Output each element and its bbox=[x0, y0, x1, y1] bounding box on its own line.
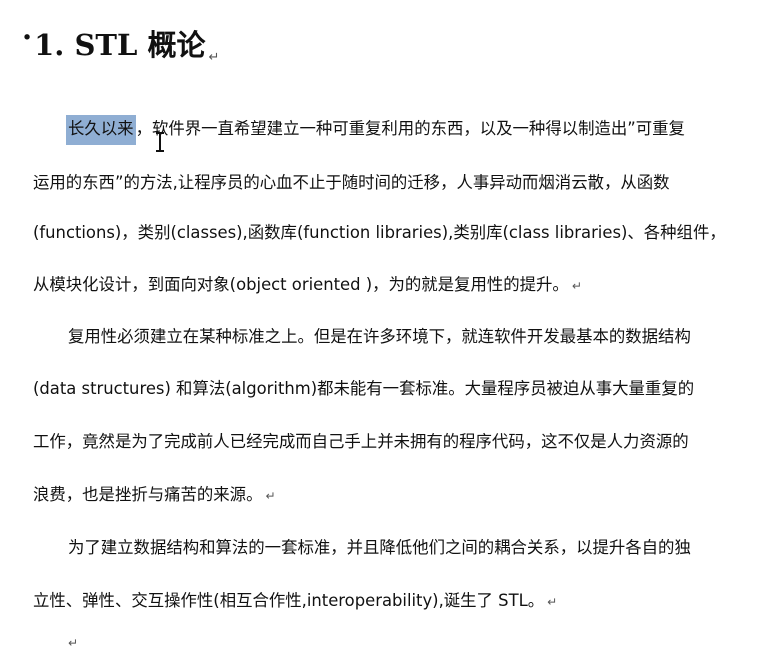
paragraph-mark-icon: ↵ bbox=[547, 595, 558, 609]
line-text: 立性、弹性、交互操作性(相互合作性,interoperability),诞生了 … bbox=[33, 591, 545, 610]
paragraph-2-line-4[interactable]: 浪费，也是挫折与痛苦的来源。 ↵ bbox=[33, 482, 276, 508]
text-cursor-icon bbox=[156, 132, 164, 152]
paragraph-1-line-2[interactable]: 运用的东西”的方法,让程序员的心血不止于随时间的迁移，人事异动而烟消云散，从函数 bbox=[33, 170, 670, 196]
paragraph-2-line-2[interactable]: (data structures) 和算法(algorithm)都未能有一套标准… bbox=[33, 376, 694, 402]
line-text: 复用性必须建立在某种标准之上。但是在许多环境下，就连软件开发最基本的数据结构 bbox=[68, 327, 691, 346]
selected-text[interactable]: 长久以来 bbox=[66, 115, 136, 145]
document-page[interactable]: · 1. STL 概论 ↵ 长久以来 ，软件界一直希望建立一种可重复利用的东西，以… bbox=[0, 0, 780, 653]
line-text: 工作，竟然是为了完成前人已经完成而自己手上并未拥有的程序代码，这不仅是人力资源的 bbox=[33, 432, 689, 451]
line-text: 运用的东西”的方法,让程序员的心血不止于随时间的迁移，人事异动而烟消云散，从函数 bbox=[33, 173, 670, 192]
paragraph-2-line-3[interactable]: 工作，竟然是为了完成前人已经完成而自己手上并未拥有的程序代码，这不仅是人力资源的 bbox=[33, 429, 689, 455]
paragraph-3-line-2[interactable]: 立性、弹性、交互操作性(相互合作性,interoperability),诞生了 … bbox=[33, 588, 557, 614]
line-text: ，软件界一直希望建立一种可重复利用的东西，以及一种得以制造出”可重复 bbox=[135, 119, 685, 138]
line-text: (functions)，类别(classes),函数库(function lib… bbox=[33, 223, 726, 242]
paragraph-mark-icon: ↵ bbox=[571, 279, 582, 293]
line-text: 浪费，也是挫折与痛苦的来源。 bbox=[33, 485, 263, 504]
line-text: (data structures) 和算法(algorithm)都未能有一套标准… bbox=[33, 379, 695, 398]
paragraph-3-line-1[interactable]: 为了建立数据结构和算法的一套标准，并且降低他们之间的耦合关系，以提升各自的独 bbox=[68, 535, 691, 561]
section-heading: · 1. STL 概论 ↵ bbox=[22, 20, 220, 66]
heading-text: 1. STL 概论 bbox=[34, 28, 206, 62]
paragraph-2-line-1[interactable]: 复用性必须建立在某种标准之上。但是在许多环境下，就连软件开发最基本的数据结构 bbox=[68, 324, 691, 350]
paragraph-mark-icon: ↵ bbox=[265, 489, 276, 503]
line-text: 从模块化设计，到面向对象(object oriented )，为的就是复用性的提… bbox=[33, 275, 569, 294]
paragraph-1-line-3[interactable]: (functions)，类别(classes),函数库(function lib… bbox=[33, 220, 726, 246]
line-text: 为了建立数据结构和算法的一套标准，并且降低他们之间的耦合关系，以提升各自的独 bbox=[68, 538, 691, 557]
heading-bullet: · bbox=[22, 20, 33, 54]
paragraph-1-line-4[interactable]: 从模块化设计，到面向对象(object oriented )，为的就是复用性的提… bbox=[33, 272, 582, 298]
empty-paragraph-mark-icon: ↵ bbox=[68, 636, 79, 650]
paragraph-mark-icon: ↵ bbox=[208, 50, 220, 65]
